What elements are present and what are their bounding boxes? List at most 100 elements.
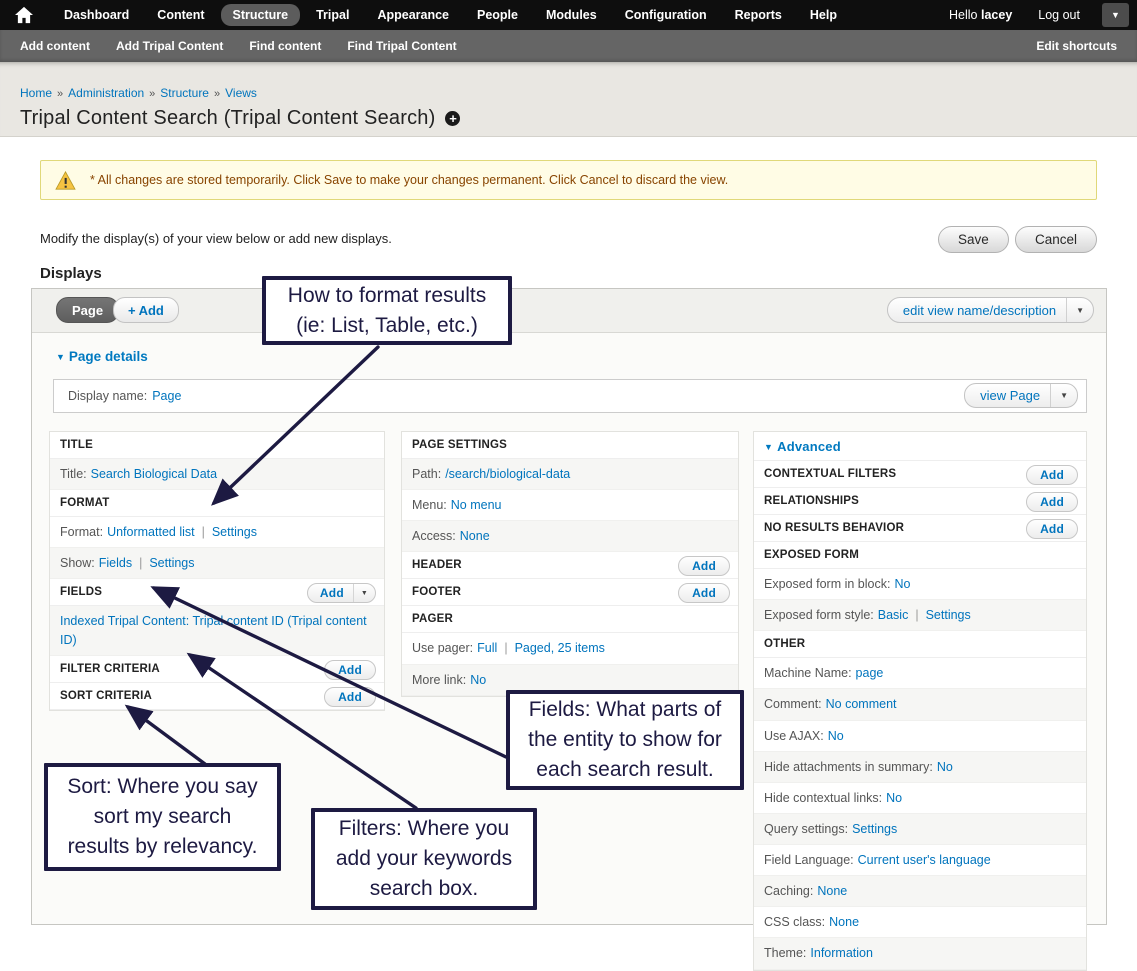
section-title: FILTER CRITERIA [60, 663, 160, 675]
home-icon[interactable] [14, 6, 34, 24]
breadcrumb-link-administration[interactable]: Administration [68, 86, 144, 100]
setting-row-field-language: Field Language: Current user's language [754, 845, 1086, 876]
shortcut-add-tripal-content[interactable]: Add Tripal Content [116, 39, 223, 53]
breadcrumb-link-home[interactable]: Home [20, 86, 52, 100]
toolbar-item-content[interactable]: Content [145, 4, 216, 26]
breadcrumb-link-views[interactable]: Views [225, 86, 257, 100]
add-button-fields[interactable]: Add▼ [307, 583, 376, 603]
column-advanced: ▼AdvancedCONTEXTUAL FILTERSAddRELATIONSH… [753, 431, 1087, 971]
setting-link-no[interactable]: No [937, 760, 953, 774]
setting-row-caching: Caching:None [754, 876, 1086, 907]
display-name-value[interactable]: Page [152, 389, 181, 403]
setting-link-no-menu[interactable]: No menu [451, 498, 502, 512]
toolbar-item-structure[interactable]: Structure [221, 4, 301, 26]
toolbar-item-appearance[interactable]: Appearance [365, 4, 461, 26]
setting-link-none[interactable]: None [817, 884, 847, 898]
setting-row-format: Format:Unformatted list|Settings [50, 517, 384, 548]
toolbar-item-reports[interactable]: Reports [723, 4, 794, 26]
setting-row-query-settings: Query settings: Settings [754, 814, 1086, 845]
shortcut-find-content[interactable]: Find content [249, 39, 321, 53]
setting-link-settings[interactable]: Settings [212, 525, 257, 539]
tab-page-display[interactable]: Page [56, 297, 119, 323]
section-header-footer: FOOTERAdd [402, 579, 738, 606]
shortcut-add-content[interactable]: Add content [20, 39, 90, 53]
setting-row-show: Show:Fields|Settings [50, 548, 384, 579]
chevron-down-icon[interactable]: ▼ [1050, 384, 1077, 407]
contextual-links-icon[interactable]: + [445, 111, 460, 126]
column-display-settings: TITLETitle:Search Biological DataFORMATF… [49, 431, 385, 711]
chevron-down-icon[interactable]: ▼ [353, 584, 375, 602]
setting-link-fields[interactable]: Fields [99, 556, 132, 570]
add-button-relationships[interactable]: Add [1026, 492, 1078, 512]
toolbar-item-configuration[interactable]: Configuration [613, 4, 719, 26]
section-header-format: FORMAT [50, 490, 384, 517]
setting-label: Theme: [764, 946, 806, 960]
page-details-toggle[interactable]: ▼Page details [56, 349, 148, 364]
add-display-label: Add [139, 303, 164, 318]
add-display-button[interactable]: +Add [113, 297, 179, 323]
edit-view-name-label: edit view name/description [888, 303, 1066, 318]
setting-row-machine-name: Machine Name:page [754, 658, 1086, 689]
setting-link-search-biological-data[interactable]: Search Biological Data [91, 467, 217, 481]
toolbar-item-modules[interactable]: Modules [534, 4, 609, 26]
view-page-label: view Page [965, 388, 1050, 403]
setting-label: Query settings: [764, 822, 848, 836]
edit-shortcuts-link[interactable]: Edit shortcuts [1036, 39, 1117, 53]
setting-link-no[interactable]: No [470, 673, 486, 687]
shortcut-find-tripal-content[interactable]: Find Tripal Content [347, 39, 456, 53]
section-header-exposed-form: EXPOSED FORM [754, 542, 1086, 569]
setting-link-none[interactable]: None [829, 915, 859, 929]
annotation-format: How to format results (ie: List, Table, … [262, 276, 512, 345]
setting-link-no-comment[interactable]: No comment [826, 697, 897, 711]
setting-link-settings[interactable]: Settings [852, 822, 897, 836]
toolbar-right: Hello lacey Log out ▼ [939, 3, 1129, 27]
breadcrumb-link-structure[interactable]: Structure [160, 86, 209, 100]
add-button-contextual-filters[interactable]: Add [1026, 465, 1078, 485]
toolbar-item-dashboard[interactable]: Dashboard [52, 4, 141, 26]
toolbar-toggle-button[interactable]: ▼ [1102, 3, 1129, 27]
cancel-button[interactable]: Cancel [1015, 226, 1097, 253]
setting-link-no[interactable]: No [828, 729, 844, 743]
add-button-no-results-behavior[interactable]: Add [1026, 519, 1078, 539]
setting-link-information[interactable]: Information [810, 946, 873, 960]
edit-view-name-button[interactable]: edit view name/description ▼ [887, 297, 1094, 323]
logout-link[interactable]: Log out [1028, 4, 1090, 26]
add-button-sort-criteria[interactable]: Add [324, 687, 376, 707]
setting-link-page[interactable]: page [856, 666, 884, 680]
add-button-footer[interactable]: Add [678, 583, 730, 603]
add-button-filter-criteria[interactable]: Add [324, 660, 376, 680]
setting-link-no[interactable]: No [886, 791, 902, 805]
shortcut-items: Add content Add Tripal Content Find conten… [20, 39, 483, 53]
setting-link-settings[interactable]: Settings [149, 556, 194, 570]
view-page-button[interactable]: view Page ▼ [964, 383, 1078, 408]
setting-link-indexed-tripal-content-tripal-[interactable]: Indexed Tripal Content: Tripal content I… [60, 614, 367, 646]
warning-message: * All changes are stored temporarily. Cl… [40, 160, 1097, 200]
setting-link-settings[interactable]: Settings [926, 608, 971, 622]
page-title: Tripal Content Search (Tripal Content Se… [20, 107, 435, 130]
section-title: FORMAT [60, 497, 110, 509]
setting-label: More link: [412, 673, 466, 687]
add-button-label: Add [1027, 495, 1077, 509]
setting-link-unformatted-list[interactable]: Unformatted list [107, 525, 195, 539]
triangle-down-icon: ▼ [56, 352, 65, 362]
setting-link-no[interactable]: No [894, 577, 910, 591]
setting-link-none[interactable]: None [460, 529, 490, 543]
add-button-header[interactable]: Add [678, 556, 730, 576]
toolbar-item-help[interactable]: Help [798, 4, 849, 26]
section-header-page-settings: PAGE SETTINGS [402, 432, 738, 459]
section-header-filter-criteria: FILTER CRITERIA Add [50, 656, 384, 683]
toolbar-item-people[interactable]: People [465, 4, 530, 26]
setting-link-search-biological-data[interactable]: /search/biological-data [445, 467, 570, 481]
toolbar-item-tripal[interactable]: Tripal [304, 4, 361, 26]
section-header-advanced[interactable]: ▼Advanced [754, 432, 1086, 461]
save-button[interactable]: Save [938, 226, 1009, 253]
setting-link-current-user-s-language[interactable]: Current user's language [858, 853, 991, 867]
setting-label: Field Language: [764, 853, 854, 867]
setting-link-basic[interactable]: Basic [878, 608, 909, 622]
user-greeting[interactable]: Hello lacey [939, 4, 1022, 26]
shortcuts-bar: Add content Add Tripal Content Find conten… [0, 30, 1137, 62]
setting-link-paged-25-items[interactable]: Paged, 25 items [515, 641, 605, 655]
setting-link-full[interactable]: Full [477, 641, 497, 655]
setting-label: Hide attachments in summary: [764, 760, 933, 774]
chevron-down-icon[interactable]: ▼ [1066, 298, 1093, 322]
